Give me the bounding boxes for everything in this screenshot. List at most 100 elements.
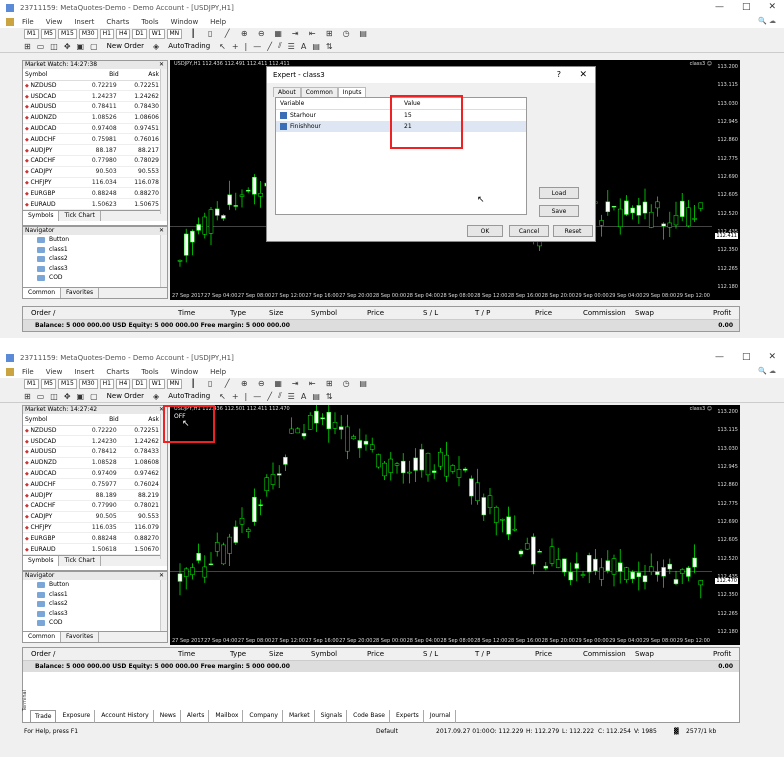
trendline-icon[interactable]: ╱ xyxy=(267,392,272,401)
tf-w1[interactable]: W1 xyxy=(148,379,165,389)
tab-symbols[interactable]: Symbols xyxy=(23,556,60,567)
tab-symbols[interactable]: Symbols xyxy=(23,211,60,222)
terminal-col[interactable]: Commission xyxy=(583,309,626,317)
terminal-col[interactable]: S / L xyxy=(423,650,438,658)
arrows-icon[interactable]: ⇅ xyxy=(326,392,333,401)
col-symbol[interactable]: Symbol xyxy=(23,414,77,426)
crosshair-icon[interactable]: + xyxy=(232,42,239,51)
market-watch-row[interactable]: CHFJPY116.035116.079 xyxy=(23,522,161,534)
fibonacci-icon[interactable]: ☰ xyxy=(288,392,295,401)
navigator-icon[interactable]: ✥ xyxy=(64,392,71,401)
horizontal-line-icon[interactable]: — xyxy=(253,42,261,51)
terminal-tab[interactable]: Journal xyxy=(426,710,456,723)
terminal-tab[interactable]: Code Base xyxy=(349,710,391,723)
zoom-out-icon[interactable]: ⊖ xyxy=(255,379,267,389)
new-order-button[interactable]: New Order xyxy=(104,392,147,400)
tab-common[interactable]: Common xyxy=(300,87,338,97)
templates-icon[interactable]: ▤ xyxy=(357,379,369,389)
horizontal-line-icon[interactable]: — xyxy=(253,392,261,401)
terminal-tab[interactable]: News xyxy=(156,710,181,723)
tf-w1[interactable]: W1 xyxy=(148,29,165,39)
navigator-item[interactable]: class1 xyxy=(23,590,167,600)
market-watch-row[interactable]: AUDJPY88.18988.219 xyxy=(23,489,161,502)
market-watch-row[interactable]: CADJPY90.50390.553 xyxy=(23,166,161,178)
tab-favorites[interactable]: Favorites xyxy=(61,632,100,642)
help-button[interactable]: ? xyxy=(557,67,561,83)
terminal-col[interactable]: S / L xyxy=(423,309,438,317)
menu-insert[interactable]: Insert xyxy=(74,368,94,376)
terminal-col[interactable]: Type xyxy=(230,309,246,317)
market-watch-row[interactable]: EURGBP0.882480.88270 xyxy=(23,532,161,545)
terminal-col[interactable]: Time xyxy=(178,650,195,658)
new-chart-icon[interactable]: ⊞ xyxy=(24,42,31,51)
candle-chart-icon[interactable]: ▯ xyxy=(204,29,216,39)
autotrading-button[interactable]: AutoTrading xyxy=(165,392,213,400)
ok-button[interactable]: OK xyxy=(467,225,503,237)
terminal-tab[interactable]: Experts xyxy=(392,710,424,723)
autotrading-button[interactable]: AutoTrading xyxy=(165,42,213,50)
market-watch-row[interactable]: USDCAD1.242301.24262 xyxy=(23,435,161,448)
tf-mn[interactable]: MN xyxy=(166,379,183,389)
terminal-col[interactable]: Size xyxy=(269,650,283,658)
profiles-icon[interactable]: ▭ xyxy=(37,392,45,401)
navigator-item[interactable]: class3 xyxy=(23,264,167,274)
text-icon[interactable]: A xyxy=(301,42,306,51)
terminal-tab[interactable]: Market xyxy=(285,710,315,723)
tf-m15[interactable]: M15 xyxy=(58,29,77,39)
arrows-icon[interactable]: ⇅ xyxy=(326,42,333,51)
terminal-tab[interactable]: Alerts xyxy=(183,710,210,723)
tf-mn[interactable]: MN xyxy=(166,29,183,39)
menu-insert[interactable]: Insert xyxy=(74,18,94,26)
new-order-button[interactable]: New Order xyxy=(104,42,147,50)
menu-file[interactable]: File xyxy=(22,368,34,376)
tf-m15[interactable]: M15 xyxy=(58,379,77,389)
tab-tick-chart[interactable]: Tick Chart xyxy=(59,556,101,567)
terminal-col[interactable]: Time xyxy=(178,309,195,317)
menu-tools[interactable]: Tools xyxy=(141,18,158,26)
menu-file[interactable]: File xyxy=(22,18,34,26)
bar-chart-icon[interactable]: ┃ xyxy=(187,379,199,389)
scroll-icon[interactable]: ⇥ xyxy=(289,379,301,389)
market-watch-row[interactable]: EURGBP0.882480.88270 xyxy=(23,187,161,200)
indicators-icon[interactable]: ⊞ xyxy=(323,379,335,389)
terminal-col[interactable]: Symbol xyxy=(311,309,337,317)
terminal-tab[interactable]: Company xyxy=(245,710,283,723)
terminal-col[interactable]: Type xyxy=(230,650,246,658)
tf-d1[interactable]: D1 xyxy=(132,29,147,39)
navigator-item[interactable]: class2 xyxy=(23,599,167,609)
terminal-col[interactable]: / xyxy=(53,650,55,658)
scrollbar[interactable] xyxy=(160,69,167,214)
metaeditor-icon[interactable]: ◈ xyxy=(153,392,159,401)
tf-m5[interactable]: M5 xyxy=(41,29,56,39)
market-watch-row[interactable]: EURAUD1.506231.50675 xyxy=(23,198,161,211)
tf-m30[interactable]: M30 xyxy=(78,29,98,39)
maximize-button[interactable]: □ xyxy=(742,2,751,12)
col-ask[interactable]: Ask xyxy=(118,414,161,426)
fibonacci-icon[interactable]: ☰ xyxy=(288,42,295,51)
market-watch-row[interactable]: CHFJPY116.034116.078 xyxy=(23,177,161,189)
tab-favorites[interactable]: Favorites xyxy=(61,288,100,298)
tab-about[interactable]: About xyxy=(273,87,301,97)
tf-m1[interactable]: M1 xyxy=(24,29,39,39)
terminal-col[interactable]: Profit xyxy=(713,650,731,658)
terminal-tab[interactable]: Trade xyxy=(30,710,57,723)
price-chart[interactable]: USDJPY,H1 112.436 112.501 112.411 112.47… xyxy=(170,405,740,645)
scrollbar[interactable] xyxy=(160,580,167,631)
maximize-button[interactable]: □ xyxy=(742,352,751,362)
bar-chart-icon[interactable]: ┃ xyxy=(187,29,199,39)
new-chart-icon[interactable]: ⊞ xyxy=(24,392,31,401)
line-chart-icon[interactable]: ╱ xyxy=(221,379,233,389)
market-watch-row[interactable]: USDCAD1.242371.24262 xyxy=(23,90,161,103)
menu-charts[interactable]: Charts xyxy=(106,18,129,26)
tf-d1[interactable]: D1 xyxy=(132,379,147,389)
tile-icon[interactable]: ▦ xyxy=(272,379,284,389)
market-watch-row[interactable]: AUDNZD1.085281.08608 xyxy=(23,457,161,469)
templates-icon[interactable]: ▤ xyxy=(357,29,369,39)
navigator-icon[interactable]: ✥ xyxy=(64,42,71,51)
menu-view[interactable]: View xyxy=(46,18,63,26)
cancel-button[interactable]: Cancel xyxy=(509,225,549,237)
navigator-item[interactable]: COD xyxy=(23,618,167,628)
tab-common[interactable]: Common xyxy=(23,288,62,298)
shift-icon[interactable]: ⇤ xyxy=(306,379,318,389)
col-symbol[interactable]: Symbol xyxy=(23,69,77,81)
